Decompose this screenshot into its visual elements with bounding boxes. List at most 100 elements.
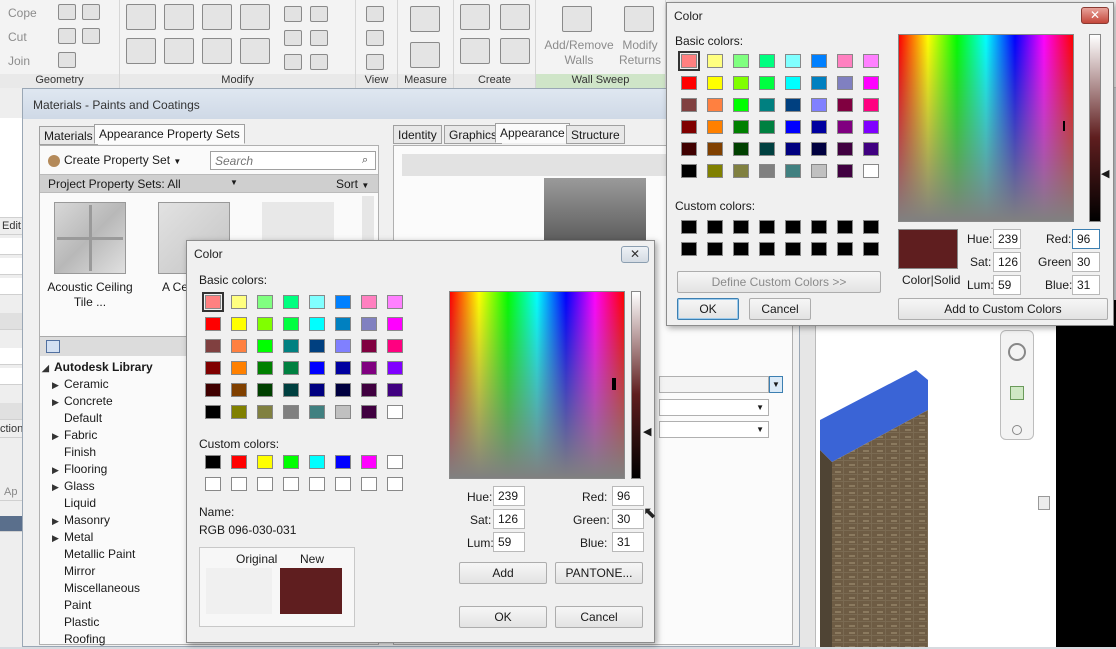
color-swatch[interactable] (733, 164, 749, 178)
color-swatch[interactable] (681, 164, 697, 178)
define-custom-colors-button[interactable]: Define Custom Colors >> (677, 271, 881, 293)
color-swatch[interactable] (387, 477, 403, 491)
copy-icon[interactable] (164, 38, 194, 64)
color-swatch[interactable] (733, 142, 749, 156)
color-swatch[interactable] (837, 98, 853, 112)
dimension-icon[interactable] (410, 42, 440, 68)
expand-arrow-icon[interactable]: ▶ (52, 380, 64, 391)
3d-viewport[interactable] (800, 300, 1116, 647)
tab-materials[interactable]: Materials (39, 126, 98, 145)
color-swatch[interactable] (309, 361, 325, 375)
color-swatch[interactable] (361, 477, 377, 491)
color-swatch[interactable] (759, 120, 775, 134)
modify-returns-button[interactable]: Modify Returns (616, 38, 664, 68)
color-swatch[interactable] (837, 164, 853, 178)
color-swatch[interactable] (759, 220, 775, 234)
color-swatch[interactable] (283, 455, 299, 469)
color-swatch[interactable] (733, 120, 749, 134)
project-sets-dropdown-icon[interactable]: ▼ (230, 178, 238, 187)
color-swatch[interactable] (785, 120, 801, 134)
color-swatch[interactable] (257, 455, 273, 469)
green-field[interactable]: 30 (1072, 252, 1100, 272)
expand-arrow-icon[interactable]: ▶ (52, 482, 64, 493)
tool-icon[interactable] (58, 4, 76, 20)
tab-appearance-property-sets[interactable]: Appearance Property Sets (94, 124, 245, 144)
color-swatch[interactable] (863, 54, 879, 68)
color-swatch[interactable] (361, 405, 377, 419)
color-swatch[interactable] (837, 120, 853, 134)
pencil-icon[interactable] (366, 30, 384, 46)
color-swatch[interactable] (335, 405, 351, 419)
lum-field[interactable]: 59 (993, 275, 1021, 295)
color-swatch[interactable] (335, 455, 351, 469)
color-swatch[interactable] (231, 361, 247, 375)
steering-wheel-icon[interactable] (1008, 343, 1026, 361)
tool-icon[interactable] (58, 28, 76, 44)
color-swatch[interactable] (837, 76, 853, 90)
view-icon[interactable] (366, 54, 384, 70)
color-swatch[interactable] (205, 405, 221, 419)
join-button[interactable]: Join (8, 54, 30, 68)
align-icon[interactable] (126, 4, 156, 30)
bulb-icon[interactable] (366, 6, 384, 22)
color-swatch[interactable] (785, 54, 801, 68)
tool-icon[interactable] (82, 4, 100, 20)
create-icon[interactable] (500, 38, 530, 64)
preview-swatch[interactable] (544, 178, 646, 242)
color-swatch[interactable] (837, 142, 853, 156)
add-remove-walls-icon[interactable] (562, 6, 592, 32)
cope-button[interactable]: Cope (8, 6, 37, 20)
luminance-pointer-icon[interactable]: ◀ (643, 425, 651, 438)
color-swatch[interactable] (309, 405, 325, 419)
color-swatch[interactable] (759, 142, 775, 156)
scale-icon[interactable] (310, 30, 328, 46)
color-swatch[interactable] (759, 54, 775, 68)
color-swatch[interactable] (863, 242, 879, 256)
color-swatch[interactable] (387, 317, 403, 331)
color-swatch[interactable] (309, 339, 325, 353)
color-swatch[interactable] (811, 242, 827, 256)
red-field[interactable]: 96 (612, 486, 644, 506)
color-swatch[interactable] (707, 142, 723, 156)
color-swatch[interactable] (205, 317, 221, 331)
strip-apply-button[interactable]: Ap (0, 484, 22, 501)
color-swatch[interactable] (361, 361, 377, 375)
expand-arrow-icon[interactable]: ▶ (52, 533, 64, 544)
nav-options-icon[interactable] (1012, 425, 1022, 435)
blue-field[interactable]: 31 (1072, 275, 1100, 295)
color-swatch[interactable] (707, 220, 723, 234)
color-swatch[interactable] (361, 455, 377, 469)
tool-icon[interactable] (58, 52, 76, 68)
color-swatch[interactable] (863, 98, 879, 112)
pin-icon[interactable] (284, 54, 302, 70)
color-swatch[interactable] (231, 295, 247, 309)
color-swatch[interactable] (309, 477, 325, 491)
color-swatch[interactable] (283, 361, 299, 375)
array-icon[interactable] (284, 30, 302, 46)
color-swatch[interactable] (733, 76, 749, 90)
color-swatch[interactable] (257, 361, 273, 375)
green-field[interactable]: 30 (612, 509, 644, 529)
ok-button[interactable]: OK (459, 606, 547, 628)
color-swatch[interactable] (283, 405, 299, 419)
color-swatch[interactable] (309, 455, 325, 469)
pantone-button[interactable]: PANTONE... (555, 562, 643, 584)
color-swatch[interactable] (387, 383, 403, 397)
color-swatch[interactable] (681, 120, 697, 134)
color-swatch[interactable] (837, 54, 853, 68)
color-swatch[interactable] (335, 295, 351, 309)
property-dropdown[interactable]: ▼ (659, 421, 769, 438)
hue-field[interactable]: 239 (493, 486, 525, 506)
color-swatch[interactable] (759, 76, 775, 90)
property-dropdown[interactable] (659, 376, 769, 393)
tab-appearance[interactable]: Appearance (495, 123, 570, 143)
color-swatch[interactable] (387, 361, 403, 375)
color-swatch[interactable] (205, 361, 221, 375)
color-swatch[interactable] (811, 76, 827, 90)
luminance-slider[interactable] (631, 291, 641, 479)
color-swatch[interactable] (733, 220, 749, 234)
color-swatch[interactable] (231, 405, 247, 419)
ok-button[interactable]: OK (677, 298, 739, 320)
color-swatch[interactable] (733, 98, 749, 112)
color-swatch[interactable] (231, 317, 247, 331)
